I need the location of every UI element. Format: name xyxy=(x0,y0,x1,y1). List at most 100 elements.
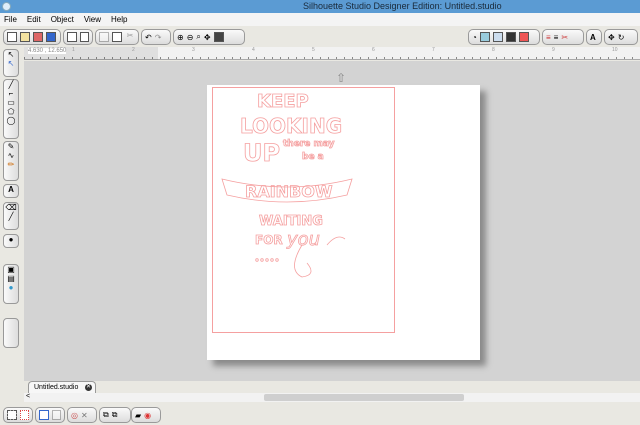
ruler-label: 2 xyxy=(132,47,135,53)
art-be-a: be a xyxy=(302,152,324,162)
library-icon[interactable]: ● xyxy=(4,235,18,244)
art-up: UP xyxy=(243,139,280,167)
design-canvas[interactable]: ⇧ KEEP LOOKING UP there may be a RAINBOW… xyxy=(24,61,640,381)
ruler-label: 9 xyxy=(552,47,555,53)
curve-icon[interactable]: ∿ xyxy=(4,151,18,160)
pencil-icon[interactable]: ✏ xyxy=(4,160,18,169)
menu-edit[interactable]: Edit xyxy=(27,13,41,26)
make-compound-icon[interactable] xyxy=(39,410,49,420)
freehand-icon[interactable]: ✎ xyxy=(4,142,18,151)
ruler-label: 3 xyxy=(192,47,195,53)
ruler-label: 8 xyxy=(492,47,495,53)
pan-icon[interactable]: ✥ xyxy=(204,33,211,42)
line-tool-icon[interactable]: ╱ xyxy=(4,80,18,89)
app-logo-icon xyxy=(2,2,11,11)
bring-forward-icon[interactable]: ⧉ xyxy=(103,410,109,420)
line-color-icon[interactable]: ≡ xyxy=(546,33,551,42)
release-compound-icon[interactable] xyxy=(51,410,61,420)
undo-icon[interactable]: ↶ xyxy=(145,33,152,42)
ungroup-icon[interactable] xyxy=(19,410,29,420)
menu-object[interactable]: Object xyxy=(51,13,74,26)
scroll-thumb[interactable] xyxy=(264,394,464,401)
ruler-label: 4 xyxy=(252,47,255,53)
new-icon[interactable] xyxy=(7,32,17,42)
ruler-label: 5 xyxy=(312,47,315,53)
art-you: you xyxy=(286,229,320,250)
paste-icon[interactable] xyxy=(112,32,122,42)
zoom-select-icon[interactable]: ⌕ xyxy=(196,32,200,42)
zoom-out-icon[interactable]: ⊖ xyxy=(187,33,194,42)
send-to-cutter-icon[interactable] xyxy=(79,32,89,42)
cut-icon[interactable]: ✂ xyxy=(125,32,135,42)
left-toolbar: ↖ ↖ ╱ ⌐ ▭ ⬠ ◯ ✎ ∿ ✏ A ⌫ ╱ ● ▣ ▤ ● xyxy=(0,46,22,404)
select-tools[interactable]: ↖ ↖ xyxy=(3,49,19,77)
knife-icon[interactable]: ╱ xyxy=(4,212,18,221)
print-icon[interactable] xyxy=(67,32,77,42)
transform-icon[interactable]: ✥ xyxy=(608,33,615,42)
copy-icon[interactable] xyxy=(99,32,109,42)
art-keep: KEEP xyxy=(257,91,309,112)
ruler-label: 10 xyxy=(612,47,618,53)
replicate-icon[interactable]: ▰ xyxy=(135,411,141,420)
text-tool-icon[interactable]: A xyxy=(4,185,18,194)
ellipse-tool-icon[interactable]: ◯ xyxy=(4,116,18,125)
fill-pattern-icon[interactable] xyxy=(492,32,503,42)
rectangle-tool-icon[interactable]: ▭ xyxy=(4,98,18,107)
menu-file[interactable]: File xyxy=(4,13,17,26)
cursor-coordinates: 4.630 , 12.650 xyxy=(28,48,67,54)
menu-bar: File Edit Object View Help xyxy=(0,13,640,26)
tab-label: Untitled.studio xyxy=(34,384,79,391)
main-toolbar: ✂ ↶ ↷ ⊕ ⊖ ⌕ ✥ ◔ ≡ ≡ ✂ A ✥ ↻ xyxy=(0,27,640,46)
cutting-mat: KEEP LOOKING UP there may be a RAINBOW W… xyxy=(207,85,480,360)
art-looking: LOOKING xyxy=(240,114,342,138)
page-setup-icon[interactable]: ▣ xyxy=(4,265,18,274)
trace-icon[interactable]: ◉ xyxy=(144,411,151,420)
save-to-library-icon[interactable] xyxy=(46,32,56,42)
load-arrow-icon[interactable]: ⇧ xyxy=(336,71,346,85)
art-there-may: there may xyxy=(283,139,335,149)
horizontal-scrollbar[interactable]: < xyxy=(24,393,640,402)
eraser-icon[interactable]: ⌫ xyxy=(4,203,18,212)
redo-icon[interactable]: ↷ xyxy=(155,33,162,42)
select-icon[interactable]: ↖ xyxy=(4,50,18,59)
scissor-line-icon[interactable]: ✂ xyxy=(561,33,568,42)
online-store-icon[interactable]: ● xyxy=(4,283,18,292)
tab-untitled[interactable]: Untitled.studio ✕ xyxy=(28,381,96,393)
art-waiting: WAITING xyxy=(259,214,323,229)
window-title: Silhouette Studio Designer Edition: Unti… xyxy=(303,1,502,11)
ruler-label: 7 xyxy=(432,47,435,53)
art-for: FOR xyxy=(255,233,283,247)
edit-points-icon[interactable]: ↖ xyxy=(4,59,18,68)
scroll-left-icon[interactable]: < xyxy=(26,393,30,400)
draw-tools: ╱ ⌐ ▭ ⬠ ◯ xyxy=(3,79,19,139)
artwork[interactable]: KEEP LOOKING UP there may be a RAINBOW W… xyxy=(207,85,407,345)
zoom-in-icon[interactable]: ⊕ xyxy=(177,33,184,42)
fill-color-icon[interactable]: ◔ xyxy=(472,33,477,42)
art-rainbow: RAINBOW xyxy=(245,182,333,201)
open-icon[interactable] xyxy=(20,32,30,42)
save-icon[interactable] xyxy=(33,32,43,42)
menu-view[interactable]: View xyxy=(84,13,101,26)
weld-icon[interactable]: ◎ xyxy=(71,411,78,420)
panel-toggle[interactable] xyxy=(3,318,19,348)
shadow-icon[interactable] xyxy=(505,32,516,42)
line-style-icon[interactable]: ≡ xyxy=(554,33,559,42)
polygon2-tool-icon[interactable]: ⬠ xyxy=(4,107,18,116)
title-bar: Silhouette Studio Designer Edition: Unti… xyxy=(0,0,640,13)
text-style-icon[interactable]: A xyxy=(590,33,596,42)
cut-style-icon[interactable] xyxy=(518,32,529,42)
document-tabs: Untitled.studio ✕ xyxy=(24,381,640,393)
close-tab-icon[interactable]: ✕ xyxy=(85,384,92,391)
send-backward-icon[interactable]: ⧉ xyxy=(112,410,118,420)
ruler-label: 1 xyxy=(72,47,75,53)
fill-gradient-icon[interactable] xyxy=(479,32,490,42)
delete-icon[interactable]: ✕ xyxy=(81,411,88,420)
polygon-tool-icon[interactable]: ⌐ xyxy=(4,89,18,98)
fit-page-icon[interactable] xyxy=(213,32,224,42)
group-icon[interactable] xyxy=(7,410,17,420)
menu-help[interactable]: Help xyxy=(111,13,127,26)
ruler-label: 6 xyxy=(372,47,375,53)
horizontal-ruler: 4.630 , 12.650 1 2 3 4 5 6 7 8 9 10 xyxy=(24,47,640,60)
grid-icon[interactable]: ▤ xyxy=(4,274,18,283)
rotate-icon[interactable]: ↻ xyxy=(618,33,625,42)
